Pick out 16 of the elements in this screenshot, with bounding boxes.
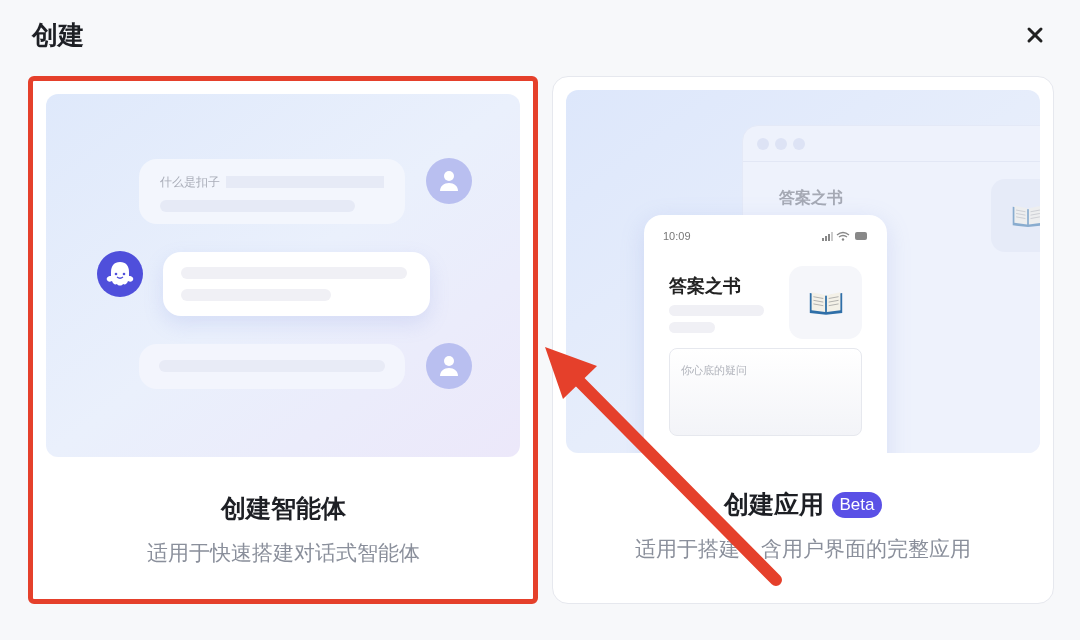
question-text: 什么是扣子 <box>160 174 220 191</box>
user-avatar <box>426 158 472 204</box>
status-icons <box>822 231 868 242</box>
card-description: 含用户界面的完整应用 <box>761 536 971 562</box>
user-avatar <box>426 343 472 389</box>
dialog-title: 创建 <box>32 18 84 52</box>
option-card[interactable]: 什么是扣子 创建智能体 适用于快速搭建对话式智能体 <box>28 76 538 604</box>
card-title: 创建应用 <box>723 489 824 521</box>
status-time: 10:09 <box>663 229 691 244</box>
beta-badge: Beta <box>831 492 883 518</box>
question-field: 你心底的疑问 <box>669 348 862 436</box>
app-title: 答案之书 <box>669 275 741 298</box>
card-description: 适用于快速搭建对话式智能体 <box>146 540 420 566</box>
card-title: 创建智能体 <box>220 493 346 525</box>
bot-avatar <box>97 251 143 297</box>
window-heading: 答案之书 <box>779 188 843 208</box>
